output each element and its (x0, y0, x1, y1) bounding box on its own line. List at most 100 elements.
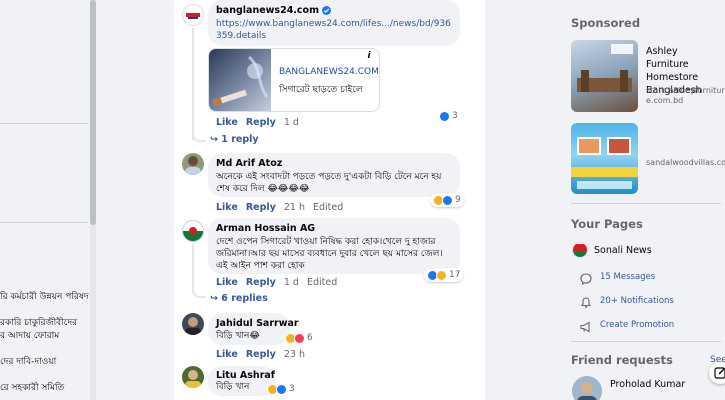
left-sidebar: রি কর্মচারী উন্নয়ন পরিষদ রকারি চাকুরিজী… (0, 0, 92, 400)
comment-text: বিড়ি খান (216, 382, 250, 392)
friend-name[interactable]: Proholad Kumar (610, 378, 685, 391)
ad-domain[interactable]: store.ashleyfurniture.com.bd (646, 86, 725, 106)
reply-arrow-icon: ↪ (210, 293, 218, 304)
like-reaction-icon (439, 110, 450, 122)
page-avatar[interactable] (572, 242, 588, 258)
comment-author[interactable]: Jahidul Sarrwar (216, 318, 299, 329)
info-icon[interactable]: i (364, 51, 374, 61)
left-divider (0, 123, 88, 124)
left-group-item[interactable]: রে সহকারী সমিতি (0, 382, 92, 395)
bell-icon (580, 294, 592, 313)
messages-link[interactable]: 15 Messages (600, 272, 655, 282)
like-reaction-icon (442, 194, 453, 206)
banglanews-logo-icon (186, 13, 200, 19)
comment-author[interactable]: Arman Hossain AG (216, 223, 452, 234)
comment-text: দেশে ওপেন সিগারেট খাওয়া নিষিদ্ধ করা হোক… (216, 237, 443, 271)
commenter-avatar[interactable] (182, 153, 204, 175)
left-group-item[interactable]: রি কর্মচারী উন্নয়ন পরিষদ (0, 291, 92, 304)
edited-label[interactable]: Edited (313, 202, 343, 213)
reply-button[interactable]: Reply (246, 277, 276, 288)
commenter-avatar[interactable] (182, 313, 204, 335)
reaction-number: 3 (289, 384, 295, 394)
like-button[interactable]: Like (216, 277, 238, 288)
thread-line (192, 28, 194, 140)
reply-button[interactable]: Reply (246, 349, 276, 360)
comment-actions: Like Reply 23 h (216, 349, 313, 360)
comment-time[interactable]: 1 d (284, 117, 299, 128)
comment-bubble: Md Arif Atoz অনেকে এই সংবাদটা পড়তে পড়ত… (208, 153, 460, 197)
thread-line (192, 244, 194, 292)
comment-text: বিড়ি খান😂 (216, 331, 260, 341)
thread-connector (192, 134, 206, 142)
left-group-item[interactable]: দের দাবি-দাওয়া (0, 356, 92, 369)
like-button[interactable]: Like (216, 349, 238, 360)
sponsored-heading: Sponsored (571, 16, 641, 30)
reaction-count[interactable]: 9 (430, 193, 464, 207)
compose-icon (714, 367, 725, 379)
reply-button[interactable]: Reply (246, 202, 276, 213)
friend-requests-heading: Friend requests (571, 353, 673, 367)
comment-text: অনেকে এই সংবাদটা পড়তে পড়তে দু'একটা বিড… (216, 172, 442, 194)
left-scrollbar[interactable] (90, 0, 96, 400)
ad-image-ashley[interactable] (571, 40, 638, 112)
banglanews-avatar[interactable] (182, 4, 204, 26)
comment-time[interactable]: 23 h (284, 349, 305, 360)
left-scrollbar-thumb[interactable] (90, 0, 96, 225)
like-button[interactable]: Like (216, 202, 238, 213)
replies-text: 6 replies (221, 293, 268, 304)
commenter-avatar[interactable] (182, 220, 204, 242)
reply-button[interactable]: Reply (246, 117, 276, 128)
right-divider (571, 203, 721, 204)
edited-label[interactable]: Edited (307, 277, 337, 288)
link-preview-image (209, 49, 271, 111)
megaphone-icon (580, 318, 593, 337)
new-message-button[interactable] (709, 362, 725, 384)
comment-bubble: Jahidul Sarrwar বিড়ি খান😂 (208, 313, 299, 345)
link-preview-title: সিগারেট ছাড়তে চাইলে (279, 85, 363, 95)
comment-bubble: Arman Hossain AG দেশে ওপেন সিগারেট খাওয়… (208, 218, 460, 274)
left-divider (0, 222, 88, 223)
view-replies-link[interactable]: ↪ 6 replies (210, 293, 268, 304)
ad-domain[interactable]: sandalwoodvillas.com (646, 158, 725, 167)
notifications-link[interactable]: 20+ Notifications (600, 296, 674, 306)
comment-author[interactable]: Md Arif Atoz (216, 158, 452, 169)
right-divider (571, 341, 721, 342)
reaction-number: 9 (455, 195, 461, 205)
reaction-count[interactable]: 3 (436, 109, 461, 123)
link-comment-bubble: banglanews24.com https://www.banglanews2… (208, 0, 460, 46)
reaction-number: 3 (452, 111, 458, 121)
friend-avatar[interactable] (572, 376, 602, 400)
your-pages-heading: Your Pages (571, 217, 643, 231)
page-name[interactable]: Sonali News (594, 244, 652, 257)
like-button[interactable]: Like (216, 117, 238, 128)
like-reaction-icon (276, 383, 287, 395)
comment-author[interactable]: banglanews24.com (216, 5, 319, 16)
link-preview-site: BANGLANEWS24.COM (279, 67, 379, 77)
messages-icon (580, 270, 592, 289)
thread-connector (192, 290, 206, 298)
left-group-item[interactable]: রকারি চাকুরিজীবীদের (0, 317, 92, 330)
comment-time[interactable]: 21 h (284, 202, 305, 213)
reaction-count[interactable]: 17 (424, 268, 464, 282)
create-promotion-link[interactable]: Create Promotion (600, 320, 674, 330)
left-group-item[interactable]: র আদায় ফোরাম (0, 330, 92, 343)
reaction-number: 17 (449, 270, 461, 280)
post-card: banglanews24.com https://www.banglanews2… (174, 0, 485, 400)
comment-author[interactable]: Litu Ashraf (216, 370, 275, 381)
reaction-number: 6 (307, 333, 313, 343)
reply-arrow-icon: ↪ (210, 134, 218, 145)
comment-actions: Like Reply 1 d (216, 117, 307, 128)
comment-link[interactable]: https://www.banglanews24.com/lifes.../ne… (216, 18, 452, 42)
commenter-avatar[interactable] (182, 366, 204, 388)
comment-time[interactable]: 1 d (284, 277, 299, 288)
replies-text: 1 reply (221, 134, 259, 145)
ad-image-sandalwood[interactable] (571, 123, 638, 194)
reaction-count[interactable]: 3 (264, 382, 298, 396)
love-reaction-icon (294, 332, 305, 344)
haha-reaction-icon (436, 269, 447, 281)
view-replies-link[interactable]: ↪ 1 reply (210, 134, 259, 145)
comment-actions: Like Reply 1 d Edited (216, 277, 345, 288)
verified-icon (321, 6, 331, 15)
link-preview-card[interactable]: BANGLANEWS24.COM সিগারেট ছাড়তে চাইলে i (208, 48, 380, 112)
reaction-count[interactable]: 6 (282, 331, 316, 345)
